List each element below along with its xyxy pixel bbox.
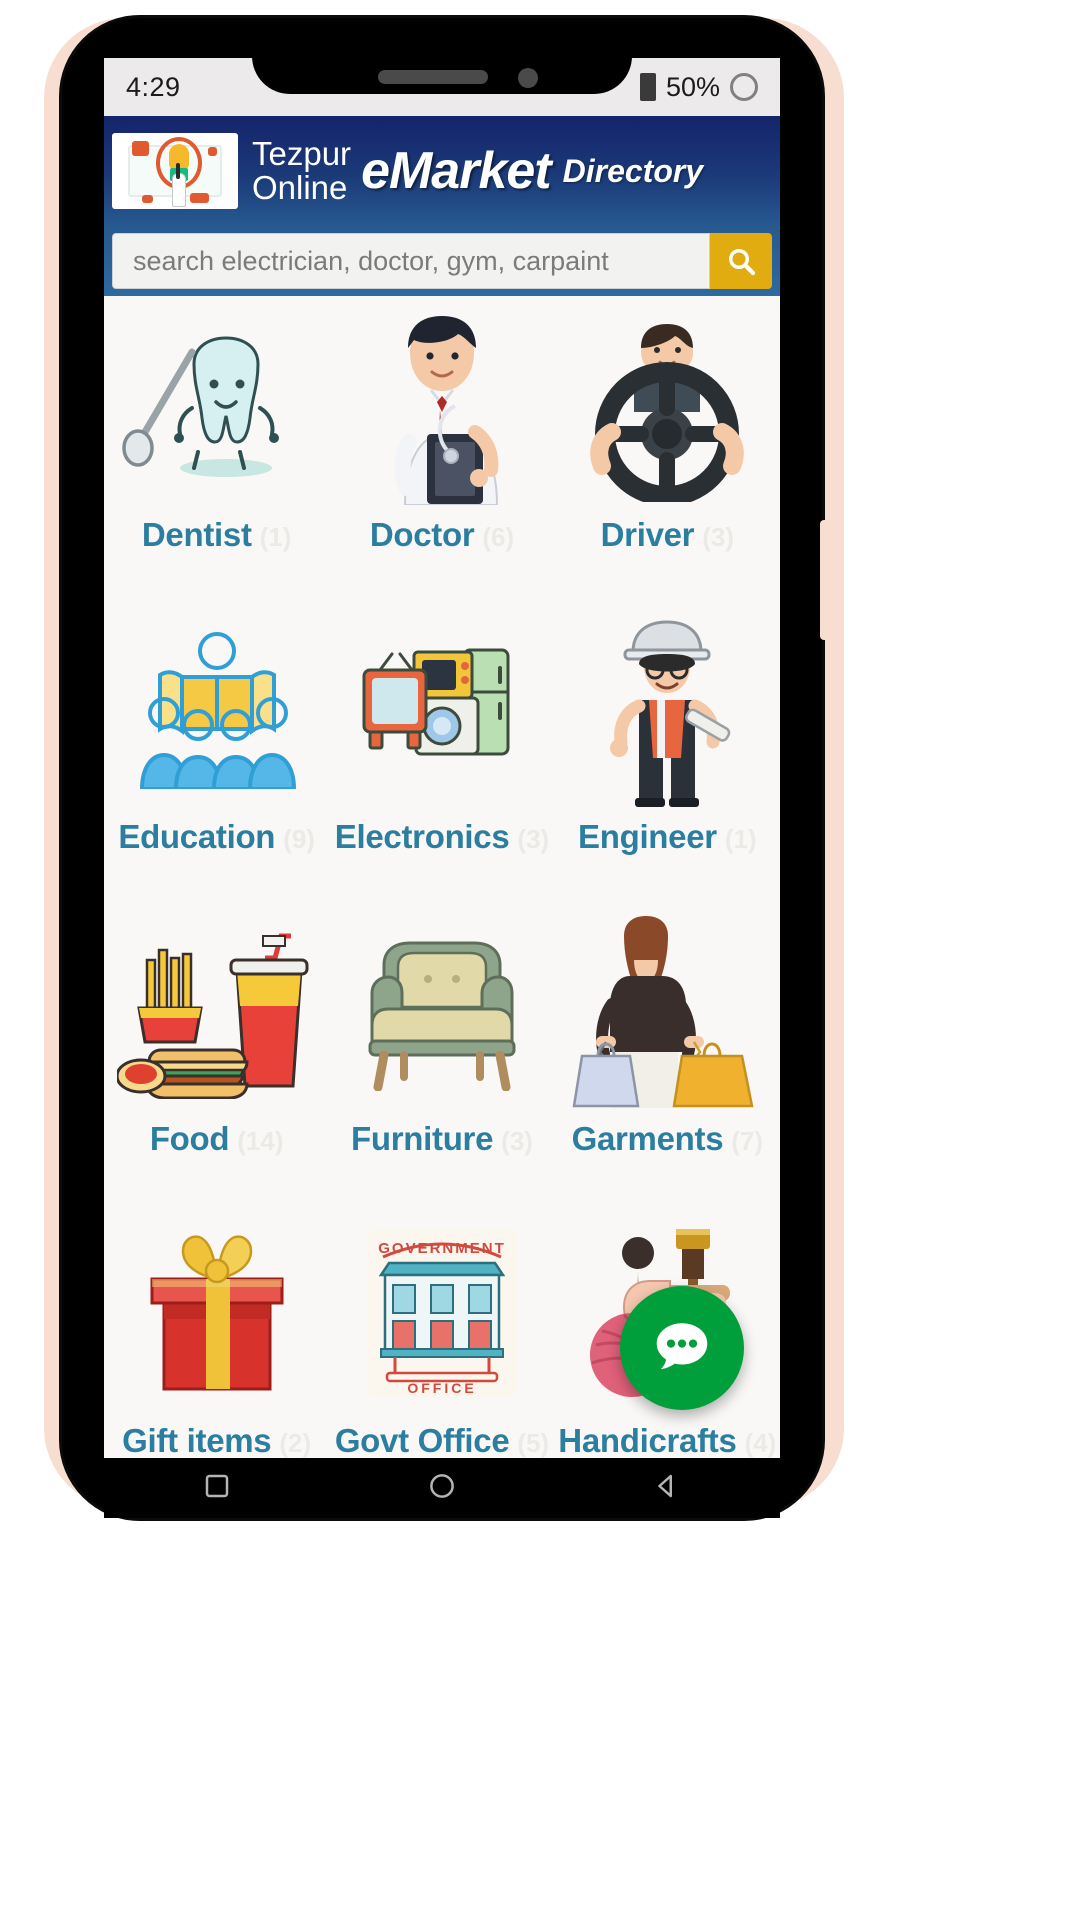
- students-reading-icon: [104, 606, 329, 812]
- battery-percent: 50%: [665, 71, 720, 102]
- status-time: 4:29: [126, 71, 181, 102]
- volume-down-button[interactable]: [44, 640, 54, 718]
- brand-emarket: eMarket: [361, 142, 552, 200]
- circle-icon[interactable]: [427, 1471, 457, 1506]
- clothing-shopper-icon: [555, 908, 780, 1114]
- category-count: (3): [501, 1126, 533, 1156]
- steering-wheel-icon: [555, 304, 780, 510]
- category-name: Electronics: [334, 818, 510, 855]
- category-count: (3): [517, 824, 550, 854]
- brand-directory: Directory: [562, 152, 704, 189]
- category-name: Engineer: [578, 818, 717, 855]
- triangle-back-icon[interactable]: [652, 1471, 682, 1506]
- chat-bubble-icon: [656, 1323, 708, 1370]
- phone-screen: 4:29 50% Tezpur Online eMarket Directory…: [104, 58, 780, 1458]
- category-cell-govt-office[interactable]: GOVERNMENT OFFICE Govt Office (5): [329, 1202, 554, 1458]
- app-logo-icon[interactable]: [112, 133, 238, 209]
- category-name: Garments: [571, 1120, 724, 1157]
- silent-switch[interactable]: [44, 420, 54, 466]
- brand-name-stack: Tezpur Online: [252, 137, 351, 204]
- category-cell-food[interactable]: Food (14): [104, 900, 329, 1202]
- app-header: Tezpur Online eMarket Directory: [104, 116, 780, 226]
- category-name: Govt Office: [334, 1422, 510, 1458]
- category-name: Doctor: [369, 516, 475, 553]
- category-count: (5): [517, 1428, 550, 1458]
- category-count: (9): [283, 824, 315, 854]
- brand-line-2: Online: [252, 169, 348, 206]
- government-office-icon: GOVERNMENT OFFICE: [329, 1210, 554, 1416]
- fast-food-icon: [104, 908, 329, 1114]
- square-icon[interactable]: [202, 1471, 232, 1506]
- chat-fab-button[interactable]: [620, 1286, 744, 1410]
- category-count: (6): [482, 522, 515, 552]
- category-name: Education: [118, 818, 276, 855]
- category-count: (2): [279, 1428, 312, 1458]
- search-button[interactable]: [710, 233, 772, 289]
- android-nav-bar: [104, 1458, 780, 1518]
- category-count: (1): [259, 522, 292, 552]
- circle-progress-icon: [730, 73, 758, 101]
- category-grid-scroll[interactable]: Dentist (1) Doctor (6) Driver (3) Educat…: [104, 296, 780, 1458]
- device-frame: 4:29 50% Tezpur Online eMarket Directory…: [0, 0, 1080, 1920]
- category-cell-doctor[interactable]: Doctor (6): [329, 296, 554, 598]
- category-cell-driver[interactable]: Driver (3): [555, 296, 780, 598]
- gift-box-icon: [104, 1210, 329, 1416]
- power-button[interactable]: [820, 520, 830, 640]
- category-cell-gift-items[interactable]: Gift items (2): [104, 1202, 329, 1458]
- category-name: Handicrafts: [558, 1422, 737, 1458]
- category-count: (14): [237, 1126, 284, 1156]
- category-name: Dentist: [141, 516, 252, 553]
- doctor-icon: [329, 304, 554, 510]
- home-appliances-icon: [329, 606, 554, 812]
- engineer-icon: [555, 606, 780, 812]
- category-count: (7): [731, 1126, 764, 1156]
- category-cell-dentist[interactable]: Dentist (1): [104, 296, 329, 598]
- category-cell-furniture[interactable]: Furniture (3): [329, 900, 554, 1202]
- armchair-icon: [329, 908, 554, 1114]
- category-cell-engineer[interactable]: Engineer (1): [555, 598, 780, 900]
- category-name: Gift items: [122, 1422, 272, 1458]
- category-name: Food: [149, 1120, 230, 1157]
- category-cell-garments[interactable]: Garments (7): [555, 900, 780, 1202]
- category-count: (3): [702, 522, 734, 552]
- category-count: (1): [724, 824, 757, 854]
- tooth-icon: [104, 304, 329, 510]
- volume-up-button[interactable]: [44, 530, 54, 608]
- category-grid: Dentist (1) Doctor (6) Driver (3) Educat…: [104, 296, 780, 1458]
- category-name: Driver: [600, 516, 695, 553]
- category-count: (4): [744, 1428, 777, 1458]
- earpiece-speaker: [378, 70, 488, 84]
- category-cell-electronics[interactable]: Electronics (3): [329, 598, 554, 900]
- category-name: Furniture: [351, 1120, 494, 1157]
- category-cell-education[interactable]: Education (9): [104, 598, 329, 900]
- front-camera: [518, 68, 538, 88]
- svg-text:GOVERNMENT: GOVERNMENT: [378, 1240, 506, 1257]
- brand-line-1: Tezpur: [252, 135, 352, 173]
- battery-icon: [639, 73, 656, 101]
- search-icon: [729, 249, 756, 276]
- search-input[interactable]: search electrician, doctor, gym, carpain…: [112, 233, 710, 289]
- status-right-cluster: 50%: [639, 71, 758, 103]
- search-bar: search electrician, doctor, gym, carpain…: [104, 226, 780, 296]
- svg-text:OFFICE: OFFICE: [407, 1380, 476, 1396]
